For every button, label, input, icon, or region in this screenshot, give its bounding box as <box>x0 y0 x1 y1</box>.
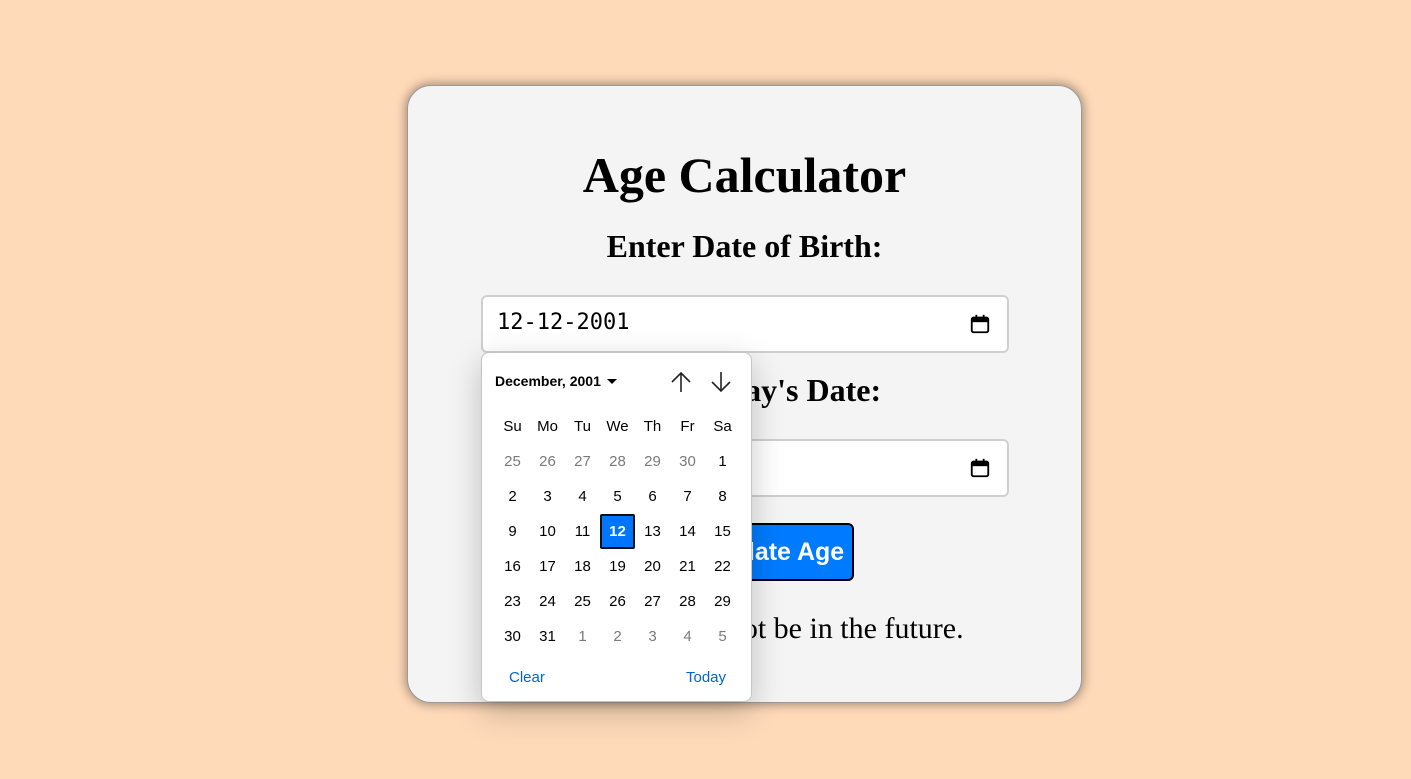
calendar-day[interactable]: 3 <box>635 619 670 654</box>
calendar-day[interactable]: 7 <box>670 479 705 514</box>
calendar-day[interactable]: 30 <box>495 619 530 654</box>
arrow-up-icon[interactable] <box>669 369 693 395</box>
calendar-day[interactable]: 2 <box>600 619 635 654</box>
dob-label: Enter Date of Birth: <box>606 228 883 264</box>
calendar-day[interactable]: 6 <box>635 479 670 514</box>
calendar-day[interactable]: 24 <box>530 584 565 619</box>
calendar-icon[interactable] <box>969 457 991 479</box>
weekday-label: Su <box>503 418 522 435</box>
calendar-day[interactable]: 28 <box>600 444 635 479</box>
calendar-day[interactable]: 5 <box>705 619 740 654</box>
calendar-day[interactable]: 28 <box>670 584 705 619</box>
calendar-day[interactable]: 29 <box>705 584 740 619</box>
calendar-day[interactable]: 14 <box>670 514 705 549</box>
calendar-week-row: 25 26 27 28 29 30 1 <box>495 444 740 479</box>
calendar-day[interactable]: 20 <box>635 549 670 584</box>
calendar-day[interactable]: 25 <box>565 584 600 619</box>
calendar-day[interactable]: 22 <box>705 549 740 584</box>
calendar-day[interactable]: 9 <box>495 514 530 549</box>
weekday-label: Tu <box>574 418 591 435</box>
month-year-selector[interactable]: December, 2001 <box>495 373 617 389</box>
page-title: Age Calculator <box>582 147 907 203</box>
dob-date-value: 12-12-2001 <box>497 310 630 335</box>
calendar-day[interactable]: 31 <box>530 619 565 654</box>
calendar-week-row: 16 17 18 19 20 21 22 <box>495 549 740 584</box>
calendar-day[interactable]: 13 <box>635 514 670 549</box>
calendar-week-row: 2345678 <box>495 479 740 514</box>
calendar-day[interactable]: 16 <box>495 549 530 584</box>
calendar-day[interactable]: 19 <box>600 549 635 584</box>
today-button[interactable]: Today <box>686 669 726 686</box>
calendar-icon[interactable] <box>969 313 991 335</box>
caret-down-icon <box>606 378 617 384</box>
calendar-day[interactable]: 1 <box>705 444 740 479</box>
calendar-day[interactable]: 11 <box>565 514 600 549</box>
calendar-day[interactable]: 8 <box>705 479 740 514</box>
weekday-label: We <box>606 418 629 435</box>
calendar-grid: Su Mo Tu We Th Fr Sa 25 26 27 28 29 30 1 2 3 4 5 6 7… <box>495 409 740 654</box>
calendar-day[interactable]: 18 <box>565 549 600 584</box>
arrow-down-icon[interactable] <box>709 369 733 395</box>
dob-date-input[interactable]: 12-12-2001 <box>481 295 1009 353</box>
calendar-week-row: 30 31 1 2 3 4 5 <box>495 619 740 654</box>
calendar-day[interactable]: 2 <box>495 479 530 514</box>
calendar-day[interactable]: 1 <box>565 619 600 654</box>
weekday-label: Th <box>643 418 662 435</box>
calendar-day[interactable]: 29 <box>635 444 670 479</box>
calendar-day[interactable]: 4 <box>670 619 705 654</box>
calendar-day[interactable]: 4 <box>565 479 600 514</box>
calendar-day[interactable]: 21 <box>670 549 705 584</box>
calendar-week-row: 9 10 11 12 13 14 15 <box>495 514 740 549</box>
weekday-header-row: Su Mo Tu We Th Fr Sa <box>495 409 740 444</box>
weekday-label: Mo <box>537 418 558 435</box>
calendar-day[interactable]: 3 <box>530 479 565 514</box>
date-picker-popup: December, 2001 Su Mo Tu We Th Fr Sa 25 26… <box>481 352 752 702</box>
calendar-day[interactable]: 15 <box>705 514 740 549</box>
calendar-day[interactable]: 5 <box>600 479 635 514</box>
calendar-day[interactable]: 30 <box>670 444 705 479</box>
weekday-label: Fr <box>680 418 695 435</box>
calendar-day[interactable]: 23 <box>495 584 530 619</box>
calendar-week-row: 23 24 25 26 27 28 29 <box>495 584 740 619</box>
calendar-day[interactable]: 25 <box>495 444 530 479</box>
month-year-label: December, 2001 <box>495 373 601 389</box>
weekday-label: Sa <box>713 418 732 435</box>
calendar-day[interactable]: 27 <box>565 444 600 479</box>
calendar-day[interactable]: 27 <box>635 584 670 619</box>
clear-button[interactable]: Clear <box>509 669 545 686</box>
calendar-day[interactable]: 12 <box>600 514 635 549</box>
calendar-day[interactable]: 26 <box>530 444 565 479</box>
calendar-day[interactable]: 26 <box>600 584 635 619</box>
calendar-day[interactable]: 17 <box>530 549 565 584</box>
calendar-day[interactable]: 10 <box>530 514 565 549</box>
